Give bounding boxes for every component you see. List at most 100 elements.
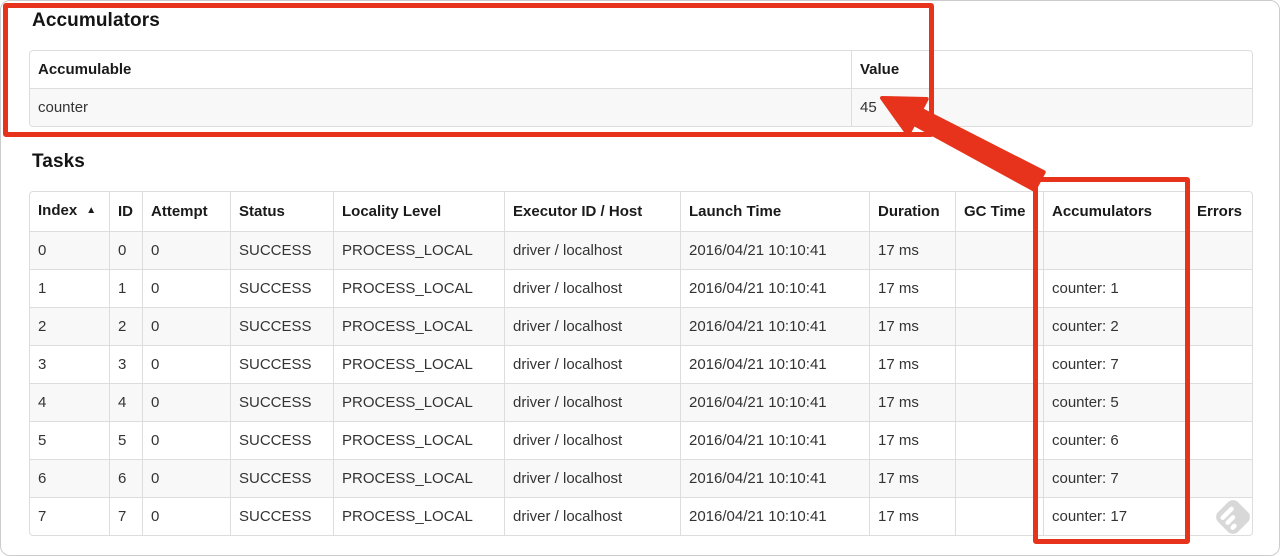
task-gc-time-cell [955, 345, 1043, 383]
tasks-column-header-accumulators[interactable]: Accumulators [1043, 192, 1188, 231]
task-locality-level-cell: PROCESS_LOCAL [333, 459, 504, 497]
task-executor-id-host-cell: driver / localhost [504, 497, 680, 535]
task-status-cell: SUCCESS [230, 421, 333, 459]
task-status-cell: SUCCESS [230, 269, 333, 307]
task-attempt-cell: 0 [142, 421, 230, 459]
task-executor-id-host-cell: driver / localhost [504, 231, 680, 269]
task-executor-id-host-cell: driver / localhost [504, 269, 680, 307]
task-row: 0 0 0 SUCCESS PROCESS_LOCAL driver / loc… [30, 231, 1252, 269]
task-id-cell: 7 [109, 497, 142, 535]
task-gc-time-cell [955, 497, 1043, 535]
tasks-column-header-gc-time[interactable]: GC Time [955, 192, 1043, 231]
task-locality-level-cell: PROCESS_LOCAL [333, 269, 504, 307]
task-index-cell: 6 [30, 459, 109, 497]
tasks-column-header-index[interactable]: Index ▲ [30, 192, 109, 231]
task-index-cell: 5 [30, 421, 109, 459]
task-attempt-cell: 0 [142, 231, 230, 269]
task-attempt-cell: 0 [142, 459, 230, 497]
task-status-cell: SUCCESS [230, 383, 333, 421]
task-attempt-cell: 0 [142, 345, 230, 383]
task-row: 3 3 0 SUCCESS PROCESS_LOCAL driver / loc… [30, 345, 1252, 383]
accumulable-value-cell: 45 [851, 88, 1252, 126]
task-row: 1 1 0 SUCCESS PROCESS_LOCAL driver / loc… [30, 269, 1252, 307]
tasks-column-header-launch-time[interactable]: Launch Time [680, 192, 869, 231]
task-locality-level-cell: PROCESS_LOCAL [333, 421, 504, 459]
task-row: 7 7 0 SUCCESS PROCESS_LOCAL driver / loc… [30, 497, 1252, 535]
tasks-column-header-locality-level[interactable]: Locality Level [333, 192, 504, 231]
task-errors-cell [1188, 421, 1252, 459]
task-launch-time-cell: 2016/04/21 10:10:41 [680, 421, 869, 459]
task-errors-cell [1188, 307, 1252, 345]
task-id-cell: 1 [109, 269, 142, 307]
task-attempt-cell: 0 [142, 307, 230, 345]
task-row: 4 4 0 SUCCESS PROCESS_LOCAL driver / loc… [30, 383, 1252, 421]
tasks-heading: Tasks [32, 151, 85, 172]
task-id-cell: 2 [109, 307, 142, 345]
task-status-cell: SUCCESS [230, 497, 333, 535]
value-column-header: Value [851, 51, 1252, 88]
task-executor-id-host-cell: driver / localhost [504, 421, 680, 459]
accumulators-heading: Accumulators [32, 10, 160, 31]
task-errors-cell [1188, 459, 1252, 497]
task-launch-time-cell: 2016/04/21 10:10:41 [680, 269, 869, 307]
spark-stage-details-page: Accumulators Accumulable Value counter 4… [0, 0, 1280, 556]
task-id-cell: 6 [109, 459, 142, 497]
task-id-cell: 5 [109, 421, 142, 459]
tasks-table: Index ▲ ID Attempt Status Locality Level … [29, 191, 1253, 536]
task-duration-cell: 17 ms [869, 345, 955, 383]
task-gc-time-cell [955, 459, 1043, 497]
task-gc-time-cell [955, 383, 1043, 421]
task-gc-time-cell [955, 421, 1043, 459]
task-duration-cell: 17 ms [869, 421, 955, 459]
tasks-column-header-errors[interactable]: Errors [1188, 192, 1252, 231]
accumulators-table: Accumulable Value counter 45 [29, 50, 1253, 127]
task-locality-level-cell: PROCESS_LOCAL [333, 345, 504, 383]
task-launch-time-cell: 2016/04/21 10:10:41 [680, 497, 869, 535]
task-row: 2 2 0 SUCCESS PROCESS_LOCAL driver / loc… [30, 307, 1252, 345]
task-duration-cell: 17 ms [869, 231, 955, 269]
task-index-cell: 3 [30, 345, 109, 383]
task-errors-cell [1188, 497, 1252, 535]
task-index-cell: 7 [30, 497, 109, 535]
task-locality-level-cell: PROCESS_LOCAL [333, 383, 504, 421]
tasks-column-header-executor-id-host[interactable]: Executor ID / Host [504, 192, 680, 231]
task-launch-time-cell: 2016/04/21 10:10:41 [680, 459, 869, 497]
task-executor-id-host-cell: driver / localhost [504, 345, 680, 383]
task-accumulators-cell [1043, 231, 1188, 269]
tasks-column-header-id[interactable]: ID [109, 192, 142, 231]
task-id-cell: 3 [109, 345, 142, 383]
task-executor-id-host-cell: driver / localhost [504, 307, 680, 345]
tasks-column-header-duration[interactable]: Duration [869, 192, 955, 231]
task-id-cell: 4 [109, 383, 142, 421]
task-gc-time-cell [955, 269, 1043, 307]
task-duration-cell: 17 ms [869, 497, 955, 535]
task-status-cell: SUCCESS [230, 345, 333, 383]
tasks-column-header-attempt[interactable]: Attempt [142, 192, 230, 231]
task-accumulators-cell: counter: 17 [1043, 497, 1188, 535]
accumulators-header-row: Accumulable Value [30, 51, 1252, 88]
task-duration-cell: 17 ms [869, 269, 955, 307]
task-accumulators-cell: counter: 6 [1043, 421, 1188, 459]
task-errors-cell [1188, 269, 1252, 307]
task-accumulators-cell: counter: 7 [1043, 345, 1188, 383]
task-duration-cell: 17 ms [869, 307, 955, 345]
task-status-cell: SUCCESS [230, 307, 333, 345]
task-errors-cell [1188, 345, 1252, 383]
task-locality-level-cell: PROCESS_LOCAL [333, 307, 504, 345]
task-gc-time-cell [955, 307, 1043, 345]
tasks-table-body: 0 0 0 SUCCESS PROCESS_LOCAL driver / loc… [30, 231, 1252, 535]
tasks-column-header-status[interactable]: Status [230, 192, 333, 231]
accumulable-name-cell: counter [30, 88, 851, 126]
task-attempt-cell: 0 [142, 497, 230, 535]
task-executor-id-host-cell: driver / localhost [504, 383, 680, 421]
task-accumulators-cell: counter: 7 [1043, 459, 1188, 497]
task-accumulators-cell: counter: 2 [1043, 307, 1188, 345]
task-launch-time-cell: 2016/04/21 10:10:41 [680, 231, 869, 269]
task-index-cell: 4 [30, 383, 109, 421]
index-header-label: Index [38, 202, 78, 219]
sort-ascending-icon: ▲ [86, 205, 97, 216]
accumulable-column-header: Accumulable [38, 61, 132, 78]
task-accumulators-cell: counter: 1 [1043, 269, 1188, 307]
task-executor-id-host-cell: driver / localhost [504, 459, 680, 497]
task-duration-cell: 17 ms [869, 459, 955, 497]
